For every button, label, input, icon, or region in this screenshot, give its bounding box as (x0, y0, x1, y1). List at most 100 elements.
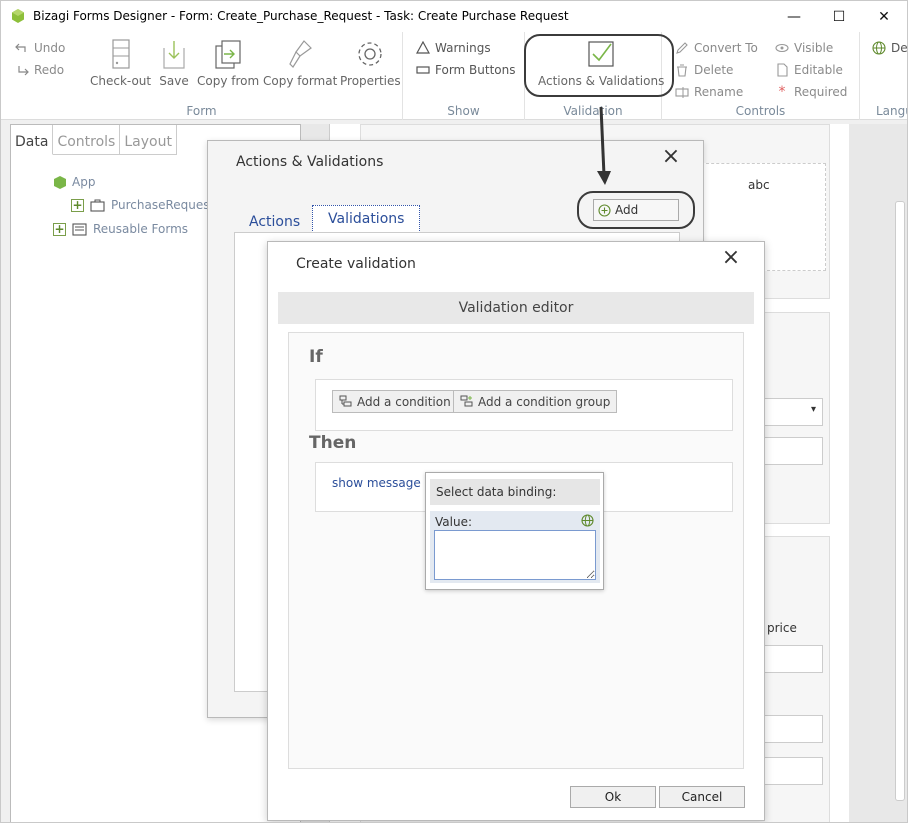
copy-format-label: Copy format (263, 74, 338, 88)
redo-label: Redo (34, 63, 65, 77)
form-buttons-label: Form Buttons (435, 63, 516, 77)
copy-from-icon (215, 40, 241, 69)
editable-button[interactable]: Editable (775, 63, 843, 77)
add-condition-group-button[interactable]: Add a condition group (453, 390, 618, 413)
arrow-down-icon (597, 106, 611, 185)
ribbon-group-form-label: Form (186, 104, 217, 118)
title-bar: Bizagi Forms Designer - Form: Create_Pur… (1, 1, 907, 32)
minimize-button[interactable]: — (771, 1, 817, 32)
ribbon-group-controls: Convert To Delete Rename Visible Editabl… (662, 32, 860, 120)
cube-icon (54, 175, 66, 189)
canvas-abc-label: abc (748, 178, 770, 192)
add-condition-button[interactable]: Add a condition (332, 390, 458, 413)
tab-actions[interactable]: Actions (249, 214, 300, 230)
canvas-input-1[interactable] (761, 437, 823, 465)
add-button-callout (577, 191, 695, 229)
select-data-binding-header: Select data binding: (430, 479, 600, 505)
det-label: Det (891, 41, 907, 55)
redo-button[interactable]: Redo (15, 63, 64, 77)
globe-icon[interactable] (581, 514, 594, 527)
tab-data[interactable]: Data (11, 125, 54, 155)
cv-close-button[interactable]: × (720, 247, 742, 270)
value-label: Value: (435, 515, 472, 529)
tab-validations[interactable]: Validations (312, 205, 421, 233)
asterisk-icon: * (778, 84, 786, 100)
ribbon-group-controls-label: Controls (735, 104, 786, 118)
canvas-price-header: price (767, 621, 797, 635)
ribbon-group-show: Warnings Form Buttons Show (403, 32, 525, 120)
save-icon (163, 41, 185, 69)
tree-label-reusable-forms: Reusable Forms (93, 222, 189, 236)
canvas-input-2[interactable] (761, 645, 823, 673)
data-binding-popup: Select data binding: Value: (425, 472, 604, 590)
canvas-input-3[interactable] (761, 715, 823, 743)
server-icon (111, 39, 130, 69)
tree-label-app: App (72, 175, 96, 189)
cancel-button[interactable]: Cancel (659, 786, 745, 808)
required-button[interactable]: * Required (775, 84, 848, 100)
briefcase-icon (90, 199, 105, 212)
expand-icon[interactable]: + (53, 222, 66, 236)
gear-icon (358, 42, 382, 66)
delete-button[interactable]: Delete (675, 63, 733, 77)
expand-icon[interactable]: + (71, 198, 84, 212)
tab-controls[interactable]: Controls (53, 125, 121, 155)
delete-label: Delete (694, 63, 734, 77)
if-label: If (309, 347, 323, 367)
warning-icon (416, 41, 430, 54)
canvas-input-4[interactable] (761, 757, 823, 785)
tree-item-app[interactable]: App (54, 175, 95, 189)
window-title: Bizagi Forms Designer - Form: Create_Pur… (33, 9, 569, 23)
warnings-button[interactable]: Warnings (416, 41, 491, 55)
copy-from-label: Copy from (197, 74, 260, 88)
cv-dialog-title: Create validation (296, 256, 416, 272)
globe-icon (872, 41, 886, 55)
av-dialog-title: Actions & Validations (236, 154, 384, 170)
rename-button[interactable]: Rename (675, 85, 743, 99)
language-detect-button[interactable]: Det (872, 41, 907, 55)
tree-item-reusable-forms[interactable]: + Reusable Forms (53, 222, 188, 236)
warnings-label: Warnings (435, 41, 491, 55)
ok-button[interactable]: Ok (570, 786, 656, 808)
brush-icon (289, 40, 313, 68)
redo-icon (18, 66, 29, 76)
av-close-button[interactable]: × (660, 146, 682, 169)
close-window-button[interactable]: ✕ (861, 1, 907, 32)
tab-layout[interactable]: Layout (120, 125, 177, 155)
add-condition-label: Add a condition (357, 394, 451, 409)
copy-from-button[interactable]: Copy from (197, 38, 259, 88)
properties-label: Properties (340, 74, 401, 88)
then-label: Then (309, 433, 357, 453)
editable-label: Editable (794, 63, 843, 77)
visible-button[interactable]: Visible (775, 41, 833, 55)
save-button[interactable]: Save (158, 38, 190, 88)
undo-button[interactable]: Undo (15, 41, 65, 55)
convert-to-button[interactable]: Convert To (675, 41, 758, 55)
add-condition-group-label: Add a condition group (478, 394, 611, 409)
show-message-action[interactable]: show message (332, 476, 421, 490)
checkout-button[interactable]: Check-out (90, 38, 151, 88)
undo-icon (15, 43, 26, 52)
pencil-icon (676, 42, 688, 54)
ribbon-group-language: Det Langu (860, 32, 907, 120)
ribbon: Undo Redo Check-out Save Copy from Copy … (1, 32, 907, 120)
condition-group-icon (460, 395, 473, 407)
minimize-icon: — (787, 8, 801, 25)
canvas-dropdown[interactable]: ▾ (761, 398, 823, 426)
tree-item-purchase-request[interactable]: + PurchaseRequest (71, 198, 214, 212)
condition-icon (339, 395, 352, 407)
actions-validations-callout (524, 34, 674, 97)
close-icon: ✕ (878, 8, 890, 25)
canvas-scrollbar[interactable] (895, 201, 905, 801)
form-stack-icon (72, 222, 87, 236)
if-conditions-box: Add a condition Add a condition group (315, 379, 733, 431)
ribbon-group-show-label: Show (447, 104, 480, 118)
form-buttons-button[interactable]: Form Buttons (416, 63, 516, 77)
maximize-button[interactable]: ☐ (816, 1, 862, 32)
copy-format-button[interactable]: Copy format (263, 38, 337, 88)
rename-icon (675, 87, 689, 98)
value-textarea[interactable] (434, 530, 596, 580)
properties-button[interactable]: Properties (340, 38, 401, 88)
validation-editor-header: Validation editor (278, 292, 754, 324)
edit-doc-icon (777, 63, 788, 77)
